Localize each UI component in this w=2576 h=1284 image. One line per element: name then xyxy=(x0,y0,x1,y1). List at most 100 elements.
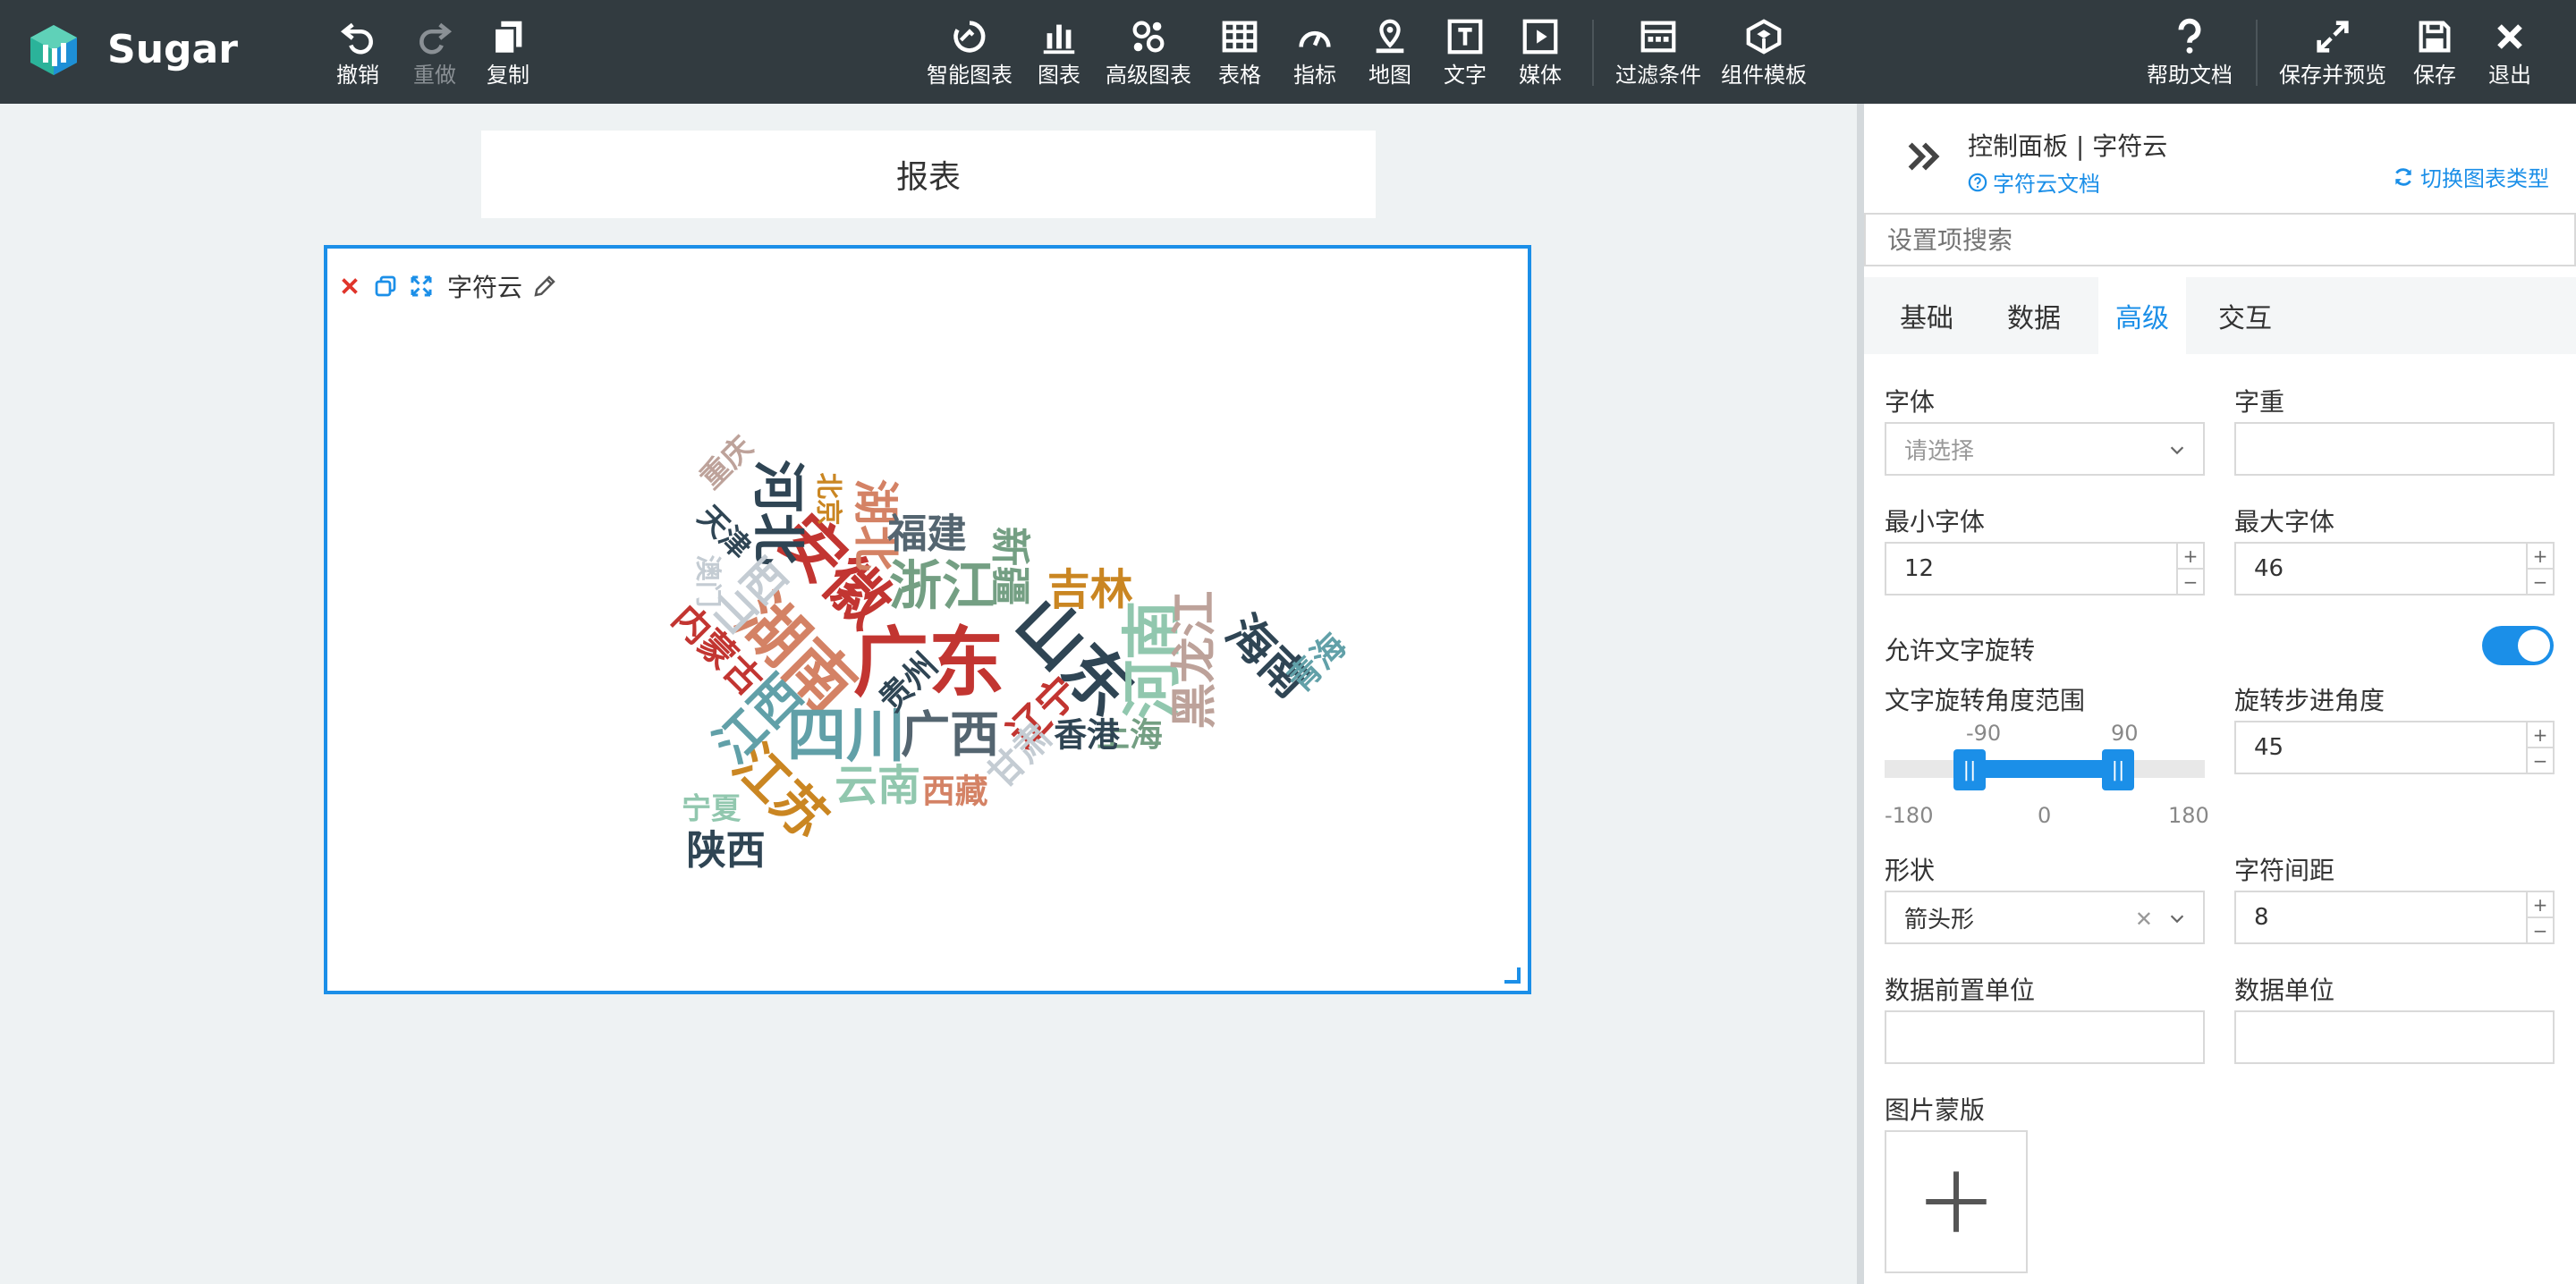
font-select[interactable]: 请选择 xyxy=(1885,422,2205,476)
data-unit-input[interactable] xyxy=(2234,1010,2555,1064)
chevron-down-icon xyxy=(2170,915,2184,924)
switch-type-label: 切换图表类型 xyxy=(2420,166,2549,191)
table-button[interactable]: 表格 xyxy=(1218,16,1261,93)
wordcloud-word[interactable]: 宁夏 xyxy=(682,794,741,824)
report-title[interactable]: 报表 xyxy=(481,131,1376,218)
range-max-handle[interactable]: || xyxy=(2102,749,2134,790)
wordcloud-word[interactable]: 广西 xyxy=(901,711,999,761)
increment-button[interactable]: + xyxy=(2528,544,2553,570)
shape-select[interactable]: 箭头形 ✕ xyxy=(1885,891,2205,944)
copy-icon xyxy=(493,21,522,55)
wordcloud-word[interactable]: 香港 xyxy=(1054,719,1120,753)
advanced-chart-icon xyxy=(1132,21,1165,53)
media-button[interactable]: 媒体 xyxy=(1519,16,1562,93)
undo-icon xyxy=(340,22,373,55)
save-preview-button[interactable]: 保存并预览 xyxy=(2279,16,2386,93)
help-circle-icon xyxy=(1968,173,1987,191)
allow-rotation-toggle[interactable] xyxy=(2482,626,2554,665)
decrement-button[interactable]: − xyxy=(2178,570,2203,594)
min-font-stepper[interactable]: 12 + − xyxy=(1885,542,2205,596)
copy-button[interactable]: 复制 xyxy=(487,16,530,93)
max-font-value: 46 xyxy=(2254,555,2284,582)
exit-button[interactable]: 退出 xyxy=(2488,16,2531,93)
image-mask-label: 图片蒙版 xyxy=(1885,1095,1986,1125)
fullscreen-icon[interactable] xyxy=(408,273,435,300)
widget-title: 字符云 xyxy=(447,273,523,302)
increment-button[interactable]: + xyxy=(2528,722,2553,748)
toolbar-divider xyxy=(2256,20,2258,86)
tab-data[interactable]: 数据 xyxy=(1971,277,2097,354)
redo-button[interactable]: 重做 xyxy=(413,16,456,93)
text-button[interactable]: 文字 xyxy=(1444,16,1487,93)
wordcloud-word[interactable]: 福建 xyxy=(887,515,966,554)
text-icon xyxy=(1447,19,1483,55)
wordcloud-word[interactable]: 天津 xyxy=(691,499,758,565)
component-template-icon xyxy=(1746,19,1782,55)
clear-icon[interactable]: ✕ xyxy=(2135,907,2153,932)
wordcloud-word[interactable]: 浙江 xyxy=(889,559,995,612)
wordcloud-widget[interactable]: 字符云 广东 山东 湖南 安徽 四川 河南 浙江 河北 江苏 广西 江西 湖北 海南 黑龙江 吉林 云南 山西新… xyxy=(324,245,1531,994)
allow-rotation-label: 允许文字旋转 xyxy=(1885,636,2036,665)
decrement-button[interactable]: − xyxy=(2528,918,2553,942)
stepper-buttons: + − xyxy=(2526,544,2553,594)
filter-button[interactable]: 过滤条件 xyxy=(1615,16,1701,93)
font-weight-input[interactable] xyxy=(2234,422,2555,476)
wordcloud-word[interactable]: 澳门 xyxy=(693,555,724,608)
tab-basic[interactable]: 基础 xyxy=(1864,277,1989,354)
delete-icon[interactable] xyxy=(336,273,363,300)
top-toolbar: Sugar 撤销 重做 复制 智能图表 图表 高级图表 表格 指标 地图 文字 xyxy=(0,0,2576,104)
chart-button[interactable]: 图表 xyxy=(1038,16,1080,93)
app-brand: Sugar xyxy=(107,27,238,72)
indicator-button[interactable]: 指标 xyxy=(1293,16,1336,93)
resize-handle[interactable] xyxy=(1504,967,1521,984)
edit-pencil-icon[interactable] xyxy=(531,273,558,300)
range-min-handle[interactable]: || xyxy=(1953,749,1986,790)
settings-search-input[interactable] xyxy=(1864,213,2576,266)
wordcloud-word[interactable]: 黑龙江 xyxy=(1168,591,1222,730)
save-icon xyxy=(2419,21,2451,53)
advanced-chart-button[interactable]: 高级图表 xyxy=(1106,16,1191,93)
help-button[interactable]: 帮助文档 xyxy=(2147,16,2233,93)
decrement-button[interactable]: − xyxy=(2528,748,2553,773)
max-font-stepper[interactable]: 46 + − xyxy=(2234,542,2555,596)
smart-chart-label: 智能图表 xyxy=(927,63,1013,88)
map-button[interactable]: 地图 xyxy=(1368,16,1411,93)
redo-icon xyxy=(419,22,453,55)
template-label: 组件模板 xyxy=(1721,63,1807,88)
decrement-button[interactable]: − xyxy=(2528,570,2553,594)
rotation-step-stepper[interactable]: 45 + − xyxy=(2234,721,2555,774)
stepper-buttons: + − xyxy=(2526,722,2553,773)
increment-button[interactable]: + xyxy=(2528,892,2553,918)
wordcloud-word[interactable]: 陕西 xyxy=(687,831,766,871)
switch-chart-type-link[interactable]: 切换图表类型 xyxy=(2392,161,2549,192)
wordcloud-word[interactable]: 北京 xyxy=(814,472,844,525)
tab-interaction[interactable]: 交互 xyxy=(2182,277,2308,354)
wordcloud-doc-link[interactable]: 字符云文档 xyxy=(1968,166,2100,198)
wordcloud-word[interactable]: 西藏 xyxy=(922,775,988,808)
wordcloud-word[interactable]: 云南 xyxy=(835,765,920,808)
wordcloud-word[interactable]: 河北 xyxy=(747,460,809,565)
gauge-icon xyxy=(1299,30,1331,47)
max-font-label: 最大字体 xyxy=(2234,507,2335,536)
tab-advanced[interactable]: 高级 xyxy=(2098,277,2186,354)
duplicate-icon[interactable] xyxy=(372,273,399,300)
min-font-label: 最小字体 xyxy=(1885,507,1986,536)
axis-min-label: -180 xyxy=(1885,803,1934,828)
wordcloud-word[interactable]: 新疆 xyxy=(987,527,1033,605)
media-label: 媒体 xyxy=(1519,63,1562,88)
collapse-panel-icon[interactable] xyxy=(1903,136,1945,177)
template-button[interactable]: 组件模板 xyxy=(1721,16,1807,93)
question-icon xyxy=(2178,18,2201,54)
plus-icon xyxy=(1926,1171,1987,1232)
smart-chart-button[interactable]: 智能图表 xyxy=(927,16,1013,93)
wordcloud-word[interactable]: 吉林 xyxy=(1047,570,1133,612)
save-button[interactable]: 保存 xyxy=(2413,16,2456,93)
wordcloud-word[interactable]: 四川 xyxy=(787,705,905,765)
char-spacing-label: 字符间距 xyxy=(2234,856,2335,885)
char-spacing-stepper[interactable]: 8 + − xyxy=(2234,891,2555,944)
increment-button[interactable]: + xyxy=(2178,544,2203,570)
data-prefix-input[interactable] xyxy=(1885,1010,2205,1064)
stepper-buttons: + − xyxy=(2526,892,2553,942)
undo-button[interactable]: 撤销 xyxy=(336,16,379,93)
image-mask-upload[interactable] xyxy=(1885,1130,2028,1273)
